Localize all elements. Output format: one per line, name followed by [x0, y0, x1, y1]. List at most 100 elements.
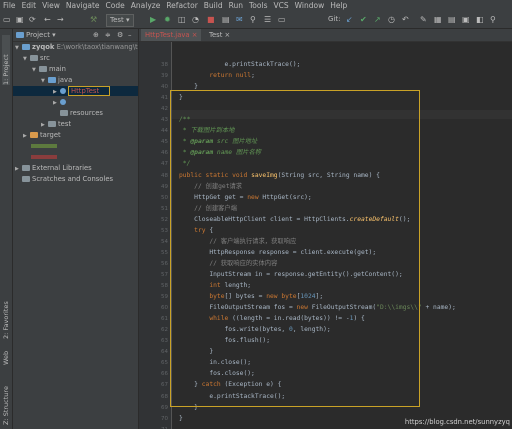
plugin-icon[interactable]: ◧ — [476, 14, 484, 25]
build-hammer-icon[interactable]: ⚒ — [90, 14, 97, 25]
code-line[interactable]: // 创建客户端 — [179, 204, 237, 214]
git-push-icon[interactable]: ↗ — [374, 14, 381, 25]
hide-icon[interactable]: – — [128, 29, 132, 41]
code-line[interactable]: return null; — [179, 71, 255, 81]
code-line[interactable]: InputStream in = response.getEntity().ge… — [179, 270, 402, 280]
code-line[interactable]: fos.flush(); — [179, 336, 270, 346]
tree-item-resources[interactable]: resources — [53, 108, 103, 118]
tree-item-blurred[interactable]: ▶ — [53, 97, 68, 107]
code-editor[interactable]: HttpTest.java × Test × 38 39 40 41 42 43 44 45 4… — [139, 29, 512, 429]
code-line[interactable]: // 创建get请求 — [179, 182, 242, 192]
web-tool-tab[interactable]: Web — [2, 347, 10, 365]
code-line[interactable]: int length; — [179, 281, 251, 291]
favorites-tool-tab[interactable]: 2: Favorites — [2, 291, 10, 339]
code-line[interactable]: fos.close(); — [179, 369, 255, 379]
code-line[interactable]: */ — [179, 159, 191, 169]
tree-item-zyqok[interactable]: ▼zyqok E:\work\taox\tianwang\tian — [15, 42, 138, 52]
code-line[interactable]: in.close(); — [179, 358, 251, 368]
menu-help[interactable]: Help — [327, 0, 350, 11]
tree-item-file-2[interactable] — [31, 152, 71, 162]
code-line[interactable]: byte[] bytes = new byte[1024]; — [179, 292, 323, 302]
menu-analyze[interactable]: Analyze — [128, 0, 164, 11]
tree-item-src[interactable]: ▼ src — [23, 53, 50, 63]
search-icon[interactable]: ⚲ — [250, 14, 256, 25]
menu-build[interactable]: Build — [201, 0, 226, 11]
code-line[interactable]: e.printStackTrace(); — [179, 60, 300, 70]
code-line[interactable]: CloseableHttpClient client = HttpClients… — [179, 215, 410, 225]
sdk-icon[interactable]: ▣ — [462, 14, 470, 25]
tree-item-httptest[interactable]: ▶ HttpTest — [13, 86, 138, 96]
tree-item-external-libraries[interactable]: ▶ External Libraries — [15, 163, 92, 173]
tree-item-test[interactable]: ▶ test — [41, 119, 71, 129]
code-line[interactable]: e.printStackTrace(); — [179, 392, 285, 402]
tree-item-scratches[interactable]: Scratches and Consoles — [15, 174, 113, 184]
code-line[interactable]: HttpResponse response = client.execute(g… — [179, 248, 376, 258]
forward-icon[interactable]: → — [57, 14, 64, 25]
sync-icon[interactable]: ⟳ — [29, 14, 36, 25]
code-line[interactable]: } — [179, 82, 198, 92]
menu-view[interactable]: View — [39, 0, 63, 11]
code-line[interactable]: // 获取响应的实体内容 — [179, 259, 277, 269]
menu-edit[interactable]: Edit — [19, 0, 40, 11]
find-icon[interactable]: ⚲ — [490, 14, 496, 25]
code-line[interactable]: * @param name 图片名称 — [179, 148, 261, 158]
code-line[interactable]: } — [179, 347, 213, 357]
tree-item-file-1[interactable] — [31, 141, 71, 151]
project-icon — [16, 32, 24, 38]
tree-item-main[interactable]: ▼ main — [32, 64, 66, 74]
menu-tools[interactable]: Tools — [246, 0, 270, 11]
wrench-icon[interactable]: ✎ — [420, 14, 427, 25]
stop-icon[interactable]: ■ — [207, 14, 215, 25]
collapse-icon[interactable]: ≑ — [105, 29, 111, 41]
tree-item-target[interactable]: ▶ target — [23, 130, 61, 140]
locate-icon[interactable]: ⊕ — [93, 29, 99, 41]
coverage-icon[interactable]: ◫ — [178, 14, 186, 25]
project-tool-tab[interactable]: 1: Project — [2, 35, 10, 85]
code-line[interactable]: * 下载图片到本地 — [179, 126, 235, 136]
debug-icon[interactable]: ✹ — [164, 14, 171, 25]
code-line[interactable]: while ((length = in.read(bytes)) != -1) … — [179, 314, 364, 324]
menu-window[interactable]: Window — [292, 0, 328, 11]
settings-icon[interactable]: ✉ — [236, 14, 243, 25]
code-line[interactable]: public static void saveImg(String src, S… — [179, 171, 380, 181]
run-icon[interactable]: ▶ — [150, 14, 156, 25]
menu-vcs[interactable]: VCS — [270, 0, 291, 11]
menu-bar: File Edit View Navigate Code Analyze Refactor B… — [0, 0, 512, 11]
tasks-icon[interactable]: ▤ — [448, 14, 456, 25]
tree-item-java[interactable]: ▼ java — [41, 75, 72, 85]
menu-navigate[interactable]: Navigate — [63, 0, 103, 11]
code-line[interactable]: // 客户端执行请求，获取响应 — [179, 237, 296, 247]
code-line[interactable]: FileOutputStream fos = new FileOutputStr… — [179, 303, 455, 313]
code-area[interactable]: e.printStackTrace(); return null; }}/** … — [139, 29, 512, 429]
menu-refactor[interactable]: Refactor — [163, 0, 200, 11]
main-toolbar: ▭ ▣ ⟳ ← → ⚒ Test ▾ ▶ ✹ ◫ ◔ ■ ▤ ✉ ⚲ ☰ ▭ G… — [0, 11, 512, 29]
git-label: Git: — [328, 15, 341, 23]
profile-icon[interactable]: ◔ — [192, 14, 199, 25]
code-line[interactable]: } — [179, 414, 183, 424]
code-line[interactable]: } — [179, 403, 198, 413]
menu-run[interactable]: Run — [226, 0, 246, 11]
terminal-icon[interactable]: ▭ — [278, 14, 286, 25]
structure-tool-tab[interactable]: Z: Structure — [2, 379, 10, 425]
code-line[interactable]: try { — [179, 226, 213, 236]
code-line[interactable]: fos.write(bytes, 0, length); — [179, 325, 330, 335]
gear-icon[interactable]: ⚙ — [117, 29, 123, 41]
save-icon[interactable]: ▣ — [16, 14, 24, 25]
menu-code[interactable]: Code — [103, 0, 128, 11]
code-line[interactable]: /** — [179, 115, 190, 125]
git-commit-icon[interactable]: ✔ — [360, 14, 367, 25]
back-icon[interactable]: ← — [44, 14, 51, 25]
menu-file[interactable]: File — [0, 0, 19, 11]
run-config-select[interactable]: Test ▾ — [106, 14, 134, 27]
git-update-icon[interactable]: ↙ — [346, 14, 353, 25]
layout-icon[interactable]: ▦ — [434, 14, 442, 25]
project-structure-icon[interactable]: ▤ — [222, 14, 230, 25]
code-line[interactable]: } catch (Exception e) { — [179, 380, 281, 390]
open-folder-icon[interactable]: ▭ — [3, 14, 11, 25]
git-rollback-icon[interactable]: ↶ — [402, 14, 409, 25]
structure-icon[interactable]: ☰ — [264, 14, 271, 25]
git-history-icon[interactable]: ◷ — [388, 14, 395, 25]
code-line[interactable]: HttpGet get = new HttpGet(src); — [179, 193, 312, 203]
code-line[interactable]: } — [179, 93, 183, 103]
code-line[interactable]: * @param src 图片地址 — [179, 137, 258, 147]
